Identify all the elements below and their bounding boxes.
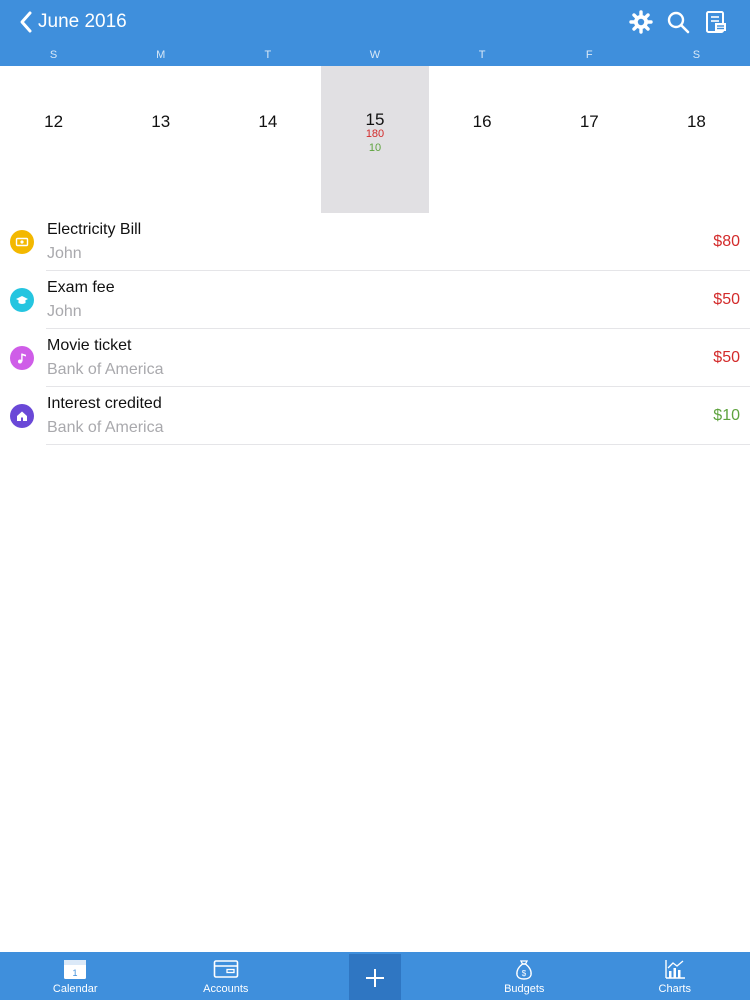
- transaction-row[interactable]: Electricity Bill John $80: [0, 213, 750, 271]
- chevron-left-icon: [20, 11, 32, 33]
- transaction-amount: $50: [713, 291, 740, 308]
- transaction-amount: $50: [713, 349, 740, 366]
- day-number: 14: [258, 112, 278, 131]
- accounts-icon: [213, 960, 239, 978]
- header-bar: June 2016: [0, 0, 750, 44]
- transaction-row[interactable]: Movie ticket Bank of America $50: [0, 329, 750, 387]
- week-row: 12 13 14 15 180 10 16 17 18: [0, 66, 750, 213]
- transaction-amount: $80: [713, 233, 740, 250]
- transaction-account: John: [47, 245, 82, 262]
- day-number: 18: [686, 112, 706, 131]
- transaction-list: Electricity Bill John $80 Exam fee John …: [0, 213, 750, 445]
- day-expense-total: 180: [365, 128, 385, 140]
- day-number: 15: [365, 110, 385, 129]
- graduation-cap-icon: [10, 288, 34, 312]
- search-icon: [667, 11, 690, 34]
- tab-label: Calendar: [52, 983, 98, 995]
- day-cell[interactable]: 13: [107, 66, 214, 213]
- back-month-button[interactable]: June 2016: [18, 8, 127, 36]
- weekday-header: S M T W T F S: [0, 44, 750, 66]
- house-icon: [10, 404, 34, 428]
- svg-text:$: $: [522, 969, 527, 978]
- tab-label: Accounts: [203, 983, 249, 995]
- transaction-account: Bank of America: [47, 419, 164, 436]
- money-bag-icon: $: [516, 960, 533, 980]
- month-title: June 2016: [38, 11, 127, 32]
- tab-charts[interactable]: Charts: [600, 952, 750, 1000]
- add-transaction-button[interactable]: [349, 954, 401, 1000]
- row-divider: [46, 444, 750, 445]
- weekday-label: S: [692, 49, 701, 61]
- transaction-account: John: [47, 303, 82, 320]
- music-note-icon: [10, 346, 34, 370]
- calendar-icon: 1: [64, 960, 87, 979]
- report-icon: [706, 11, 726, 33]
- day-cell[interactable]: 16: [429, 66, 536, 213]
- transaction-name: Exam fee: [47, 279, 115, 296]
- tab-calendar[interactable]: 1 Calendar: [0, 952, 151, 1000]
- day-cell[interactable]: 18: [643, 66, 750, 213]
- report-button[interactable]: [703, 9, 729, 35]
- gear-icon: [629, 10, 653, 34]
- weekday-label: W: [369, 49, 381, 61]
- tab-accounts[interactable]: Accounts: [151, 952, 302, 1000]
- day-number: 17: [579, 112, 599, 131]
- weekday-label: M: [156, 49, 166, 61]
- search-button[interactable]: [665, 9, 691, 35]
- transaction-amount: $10: [713, 407, 740, 424]
- day-cell[interactable]: 17: [536, 66, 643, 213]
- transaction-account: Bank of America: [47, 361, 164, 378]
- weekday-label: T: [264, 49, 272, 61]
- tab-label: Charts: [658, 983, 691, 995]
- day-income-total: 10: [368, 142, 382, 154]
- weekday-label: F: [585, 49, 593, 61]
- transaction-row[interactable]: Exam fee John $50: [0, 271, 750, 329]
- tab-label: Budgets: [504, 983, 545, 995]
- chart-icon: [665, 960, 685, 979]
- day-number: 16: [472, 112, 492, 131]
- day-cell[interactable]: 14: [214, 66, 321, 213]
- weekday-label: T: [478, 49, 486, 61]
- svg-text:1: 1: [73, 968, 78, 978]
- day-cell[interactable]: 12: [0, 66, 107, 213]
- tab-budgets[interactable]: $ Budgets: [449, 952, 600, 1000]
- transaction-name: Electricity Bill: [47, 221, 142, 238]
- weekday-label: S: [49, 49, 58, 61]
- plus-icon: [366, 969, 384, 987]
- bill-icon: [10, 230, 34, 254]
- tab-bar: 1 Calendar Accounts $ Budgets Charts: [0, 952, 750, 1000]
- day-cell-selected[interactable]: 15 180 10: [321, 66, 429, 213]
- transaction-row[interactable]: Interest credited Bank of America $10: [0, 387, 750, 445]
- day-number: 13: [151, 112, 171, 131]
- day-number: 12: [44, 112, 64, 131]
- transaction-name: Interest credited: [47, 395, 162, 412]
- settings-button[interactable]: [628, 9, 654, 35]
- transaction-name: Movie ticket: [47, 337, 132, 354]
